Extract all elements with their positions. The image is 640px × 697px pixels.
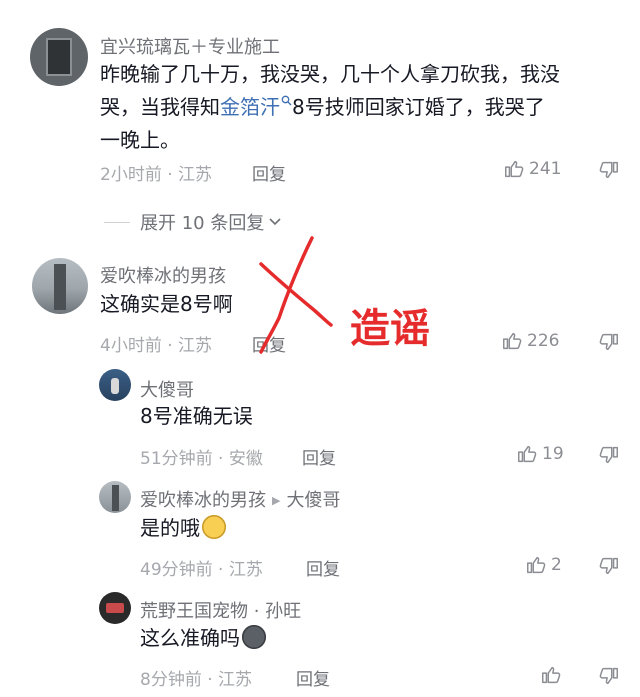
expand-label: 展开 10 条回复 — [140, 213, 265, 234]
comment-meta: 4小时前 · 江苏 — [100, 336, 213, 356]
thumb-up-icon — [518, 445, 537, 463]
thumb-down-icon[interactable] — [598, 159, 620, 181]
reply-button[interactable]: 回复 — [252, 160, 286, 185]
thumb-down-icon[interactable] — [598, 665, 620, 687]
comment-meta: 51分钟前 · 安徽 — [140, 449, 263, 469]
avatar-image — [112, 485, 119, 511]
search-link[interactable]: 金箔汗 — [220, 95, 292, 119]
chevron-down-icon — [269, 218, 281, 226]
reply-arrow-icon: ▶ — [272, 494, 281, 507]
thumb-up-icon — [542, 666, 561, 684]
cat-face-emoji-icon — [242, 625, 266, 649]
comment-meta: 49分钟前 · 江苏 — [140, 560, 263, 580]
reply-button[interactable]: 回复 — [306, 555, 340, 580]
pleading-face-emoji-icon — [202, 515, 226, 539]
comment-text: 是的哦 — [140, 516, 200, 540]
thumb-down-icon[interactable] — [598, 444, 620, 466]
expand-replies-button[interactable]: 展开 10 条回复 — [104, 209, 282, 235]
like-button[interactable] — [540, 664, 566, 686]
avatar-image — [54, 264, 66, 310]
comment-username[interactable]: 爱吹棒冰的男孩 — [100, 262, 226, 288]
comment-meta: 2小时前 · 江苏 — [100, 165, 213, 185]
divider — [104, 221, 130, 223]
reply-button[interactable]: 回复 — [302, 444, 336, 469]
like-button[interactable]: 2 — [525, 554, 562, 576]
comment-username-row: 爱吹棒冰的男孩 ▶ 大傻哥 — [140, 486, 340, 512]
comment-username[interactable]: 宜兴琉璃瓦＋专业施工 — [100, 33, 280, 59]
comment-text: 哭，当我得知 — [100, 95, 220, 119]
comment-content: 8号准确无误 — [140, 404, 253, 428]
avatar-image — [111, 378, 119, 394]
comment-text: 这么准确吗 — [140, 626, 240, 650]
comment-line: 一晚上。 — [100, 128, 180, 152]
like-button[interactable]: 241 — [503, 158, 561, 180]
reply-button[interactable]: 回复 — [296, 665, 330, 690]
comment-username[interactable]: 大傻哥 — [140, 376, 194, 402]
like-count: 2 — [551, 555, 562, 575]
comment-username[interactable]: 荒野王国宠物 · 孙旺 — [140, 597, 301, 623]
comment-content: 昨晚输了几十万，我没哭，几十个人拿刀砍我，我没 哭，当我得知金箔汗 8号技师回家订… — [100, 58, 560, 157]
like-count: 19 — [542, 444, 564, 464]
avatar[interactable] — [99, 481, 131, 513]
thumb-up-icon — [527, 556, 546, 574]
annotation-rumor-label: 造谣 — [350, 306, 430, 352]
avatar-image — [46, 38, 72, 76]
comment-text: 8号技师回家订婚了，我哭了 — [292, 95, 545, 119]
avatar[interactable] — [99, 592, 131, 624]
search-icon — [281, 95, 292, 106]
reply-button[interactable]: 回复 — [252, 331, 286, 356]
search-link-text: 金箔汗 — [220, 95, 280, 119]
avatar-image — [106, 603, 124, 613]
comment-line: 昨晚输了几十万，我没哭，几十个人拿刀砍我，我没 — [100, 62, 560, 86]
thumb-down-icon[interactable] — [598, 555, 620, 577]
thumb-up-icon — [503, 332, 522, 350]
comment-username[interactable]: 爱吹棒冰的男孩 — [140, 490, 266, 511]
thumb-up-icon — [505, 160, 524, 178]
comment-line: 哭，当我得知金箔汗 8号技师回家订婚了，我哭了 — [100, 91, 560, 124]
like-button[interactable]: 19 — [516, 443, 564, 465]
like-count: 241 — [529, 159, 562, 179]
avatar[interactable] — [99, 369, 131, 401]
comment-meta: 8分钟前 · 江苏 — [140, 670, 253, 690]
comment-content: 这么准确吗 — [140, 622, 266, 655]
thumb-down-icon[interactable] — [598, 331, 620, 353]
like-count: 226 — [527, 331, 560, 351]
comment-content: 这确实是8号啊 — [100, 292, 233, 316]
reply-to-username[interactable]: 大傻哥 — [286, 490, 340, 511]
avatar[interactable] — [32, 258, 88, 314]
comment-content: 是的哦 — [140, 512, 226, 545]
avatar[interactable] — [30, 28, 88, 86]
like-button[interactable]: 226 — [501, 330, 559, 352]
